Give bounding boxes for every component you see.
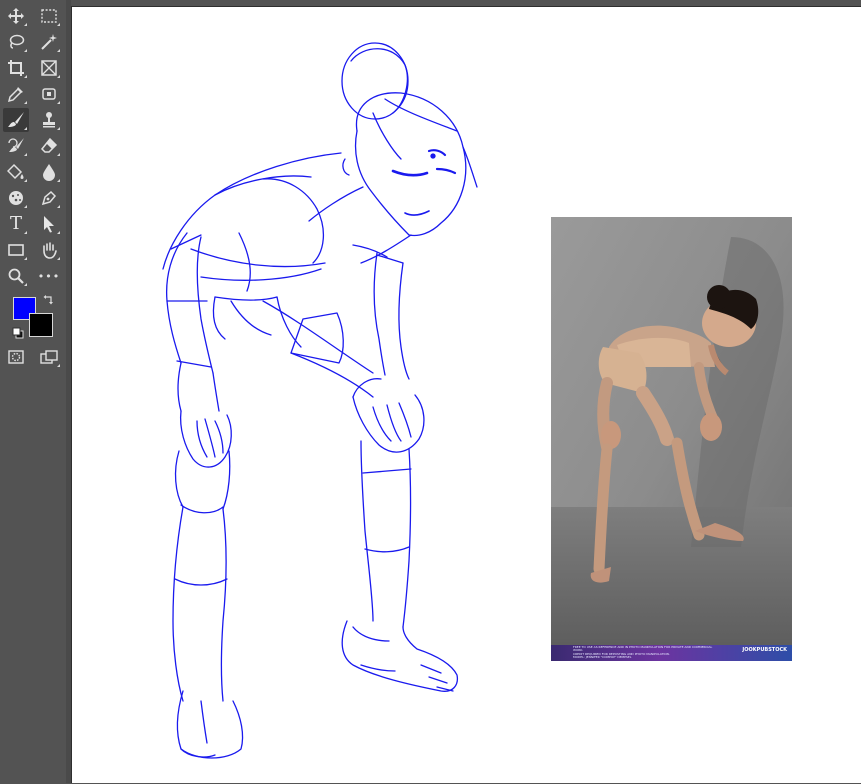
eraser-icon [40, 137, 58, 153]
brush-tool[interactable] [3, 108, 29, 132]
pen-icon [41, 190, 57, 206]
lasso-icon [9, 34, 25, 49]
frame-icon [41, 60, 57, 76]
reference-caption: FREE TO USE AS REFERENCE AND IN PHOTO MA… [573, 645, 713, 660]
path-selection-tool[interactable] [36, 212, 62, 236]
crop-icon [8, 60, 24, 76]
background-color-swatch[interactable] [29, 313, 53, 337]
magnifier-icon [8, 268, 24, 284]
reference-brand: JOOKPUBSTOCK [742, 647, 787, 653]
hand-icon [43, 242, 57, 259]
drop-icon [43, 164, 55, 181]
eyedropper-tool[interactable] [3, 82, 29, 106]
blur-tool[interactable] [36, 160, 62, 184]
hand-tool[interactable] [36, 238, 62, 262]
history-brush-icon [8, 138, 24, 152]
reference-photo: FREE TO USE AS REFERENCE AND IN PHOTO MA… [551, 217, 792, 661]
zoom-tool[interactable] [3, 264, 29, 288]
spot-healing-tool[interactable] [36, 82, 62, 106]
lasso-tool[interactable] [3, 30, 29, 54]
brush-icon [8, 112, 24, 127]
default-colors-icon[interactable] [12, 327, 24, 339]
eyedropper-icon [7, 87, 23, 103]
document-window: FREE TO USE AS REFERENCE AND IN PHOTO MA… [71, 0, 861, 783]
paint-bucket-tool[interactable] [3, 160, 29, 184]
sketch-strokes [162, 42, 478, 759]
bandage-icon [42, 88, 56, 100]
arrow-icon [44, 216, 54, 233]
quick-mask-icon [8, 350, 24, 364]
type-icon: T [9, 213, 22, 234]
frame-tool[interactable] [36, 56, 62, 80]
rectangle-icon [8, 244, 24, 256]
screen-mode[interactable] [36, 345, 62, 369]
eraser-tool[interactable] [36, 134, 62, 158]
magic-wand-icon [41, 34, 57, 50]
magic-wand-tool[interactable] [36, 30, 62, 54]
swap-colors-icon[interactable] [43, 294, 55, 306]
document-canvas[interactable]: FREE TO USE AS REFERENCE AND IN PHOTO MA… [71, 6, 861, 783]
reference-credit-banner: FREE TO USE AS REFERENCE AND IN PHOTO MA… [551, 645, 792, 661]
rectangular-marquee-tool[interactable] [36, 4, 62, 28]
screen-mode-icon [40, 350, 58, 364]
reference-photo-image [551, 217, 792, 661]
move-icon [8, 8, 24, 24]
pen-tool[interactable] [36, 186, 62, 210]
quick-mask-mode[interactable] [3, 345, 29, 369]
crop-tool[interactable] [3, 56, 29, 80]
stamp-icon [43, 112, 55, 128]
more-icon: ••• [37, 269, 61, 283]
rectangle-tool[interactable] [3, 238, 29, 262]
move-tool[interactable] [3, 4, 29, 28]
marquee-icon [41, 9, 57, 23]
history-brush-tool[interactable] [3, 134, 29, 158]
clone-stamp-tool[interactable] [36, 108, 62, 132]
edit-toolbar[interactable]: ••• [36, 264, 62, 288]
bucket-icon [7, 163, 24, 180]
dodge-tool[interactable] [3, 186, 29, 210]
type-tool[interactable]: T [3, 212, 29, 236]
sponge-icon [9, 191, 23, 205]
